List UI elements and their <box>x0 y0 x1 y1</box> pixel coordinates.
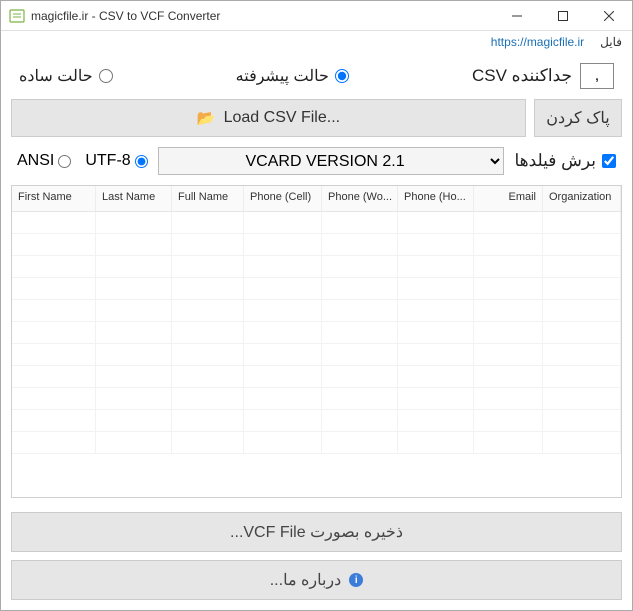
table-row <box>12 366 621 388</box>
table-body <box>12 212 621 497</box>
vcard-version-select[interactable]: VCARD VERSION 2.1 <box>158 147 505 175</box>
encoding-group: ANSI UTF-8 <box>17 152 148 170</box>
options-row: برش فیلدها VCARD VERSION 2.1 ANSI UTF-8 <box>11 145 622 177</box>
mode-advanced-label: حالت پیشرفته <box>236 66 329 86</box>
col-organization[interactable]: Organization <box>543 186 621 211</box>
about-button[interactable]: ...درباره ما i <box>11 560 622 600</box>
save-vcf-label: ...VCF File ذخیره بصورت <box>230 522 403 542</box>
folder-open-icon: 📂 <box>197 109 216 127</box>
col-first-name[interactable]: First Name <box>12 186 96 211</box>
trim-fields-input[interactable] <box>602 154 616 168</box>
info-icon: i <box>349 573 363 587</box>
encoding-ansi-radio[interactable]: ANSI <box>17 152 71 170</box>
separator-input[interactable] <box>580 63 614 89</box>
maximize-button[interactable] <box>540 1 586 30</box>
window-controls <box>494 1 632 30</box>
mode-advanced-input[interactable] <box>335 69 349 83</box>
col-phone-cell[interactable]: Phone (Cell) <box>244 186 322 211</box>
table-row <box>12 344 621 366</box>
window-title: magicfile.ir - CSV to VCF Converter <box>31 9 494 23</box>
clear-button[interactable]: پاک کردن <box>534 99 622 137</box>
minimize-button[interactable] <box>494 1 540 30</box>
menubar: https://magicfile.ir فایل <box>1 31 632 53</box>
table-row <box>12 410 621 432</box>
data-table: First Name Last Name Full Name Phone (Ce… <box>11 185 622 498</box>
file-menu[interactable]: فایل <box>600 35 622 49</box>
encoding-ansi-label: ANSI <box>17 152 54 170</box>
col-email[interactable]: Email <box>474 186 543 211</box>
mode-simple-radio[interactable]: حالت ساده <box>19 66 113 86</box>
table-header: First Name Last Name Full Name Phone (Ce… <box>12 186 621 212</box>
save-vcf-button[interactable]: ...VCF File ذخیره بصورت <box>11 512 622 552</box>
encoding-utf8-label: UTF-8 <box>85 152 130 170</box>
trim-fields-label: برش فیلدها <box>514 151 596 171</box>
table-row <box>12 300 621 322</box>
mode-advanced-radio[interactable]: حالت پیشرفته <box>236 66 349 86</box>
encoding-ansi-input[interactable] <box>58 155 71 168</box>
action-row: پاک کردن ...Load CSV File 📂 <box>11 99 622 137</box>
website-link[interactable]: https://magicfile.ir <box>491 35 584 49</box>
table-row <box>12 322 621 344</box>
separator-group: جداکننده CSV <box>472 63 614 89</box>
table-row <box>12 212 621 234</box>
table-row <box>12 278 621 300</box>
table-row <box>12 256 621 278</box>
bottom-buttons: ...VCF File ذخیره بصورت ...درباره ما i <box>11 512 622 600</box>
close-button[interactable] <box>586 1 632 30</box>
titlebar: magicfile.ir - CSV to VCF Converter <box>1 1 632 31</box>
encoding-utf8-radio[interactable]: UTF-8 <box>85 152 147 170</box>
settings-row: جداکننده CSV حالت پیشرفته حالت ساده <box>11 61 622 91</box>
col-phone-home[interactable]: Phone (Ho... <box>398 186 474 211</box>
content-area: جداکننده CSV حالت پیشرفته حالت ساده پاک … <box>1 53 632 610</box>
table-row <box>12 432 621 454</box>
separator-label: جداکننده CSV <box>472 66 572 86</box>
trim-fields-checkbox[interactable]: برش فیلدها <box>514 151 616 171</box>
table-row <box>12 388 621 410</box>
load-csv-button[interactable]: ...Load CSV File 📂 <box>11 99 526 137</box>
col-full-name[interactable]: Full Name <box>172 186 244 211</box>
app-icon <box>9 8 25 24</box>
col-last-name[interactable]: Last Name <box>96 186 172 211</box>
app-window: magicfile.ir - CSV to VCF Converter http… <box>0 0 633 611</box>
load-csv-label: ...Load CSV File <box>224 109 341 127</box>
table-row <box>12 234 621 256</box>
about-label: ...درباره ما <box>270 570 342 590</box>
mode-simple-input[interactable] <box>99 69 113 83</box>
col-phone-work[interactable]: Phone (Wo... <box>322 186 398 211</box>
clear-button-label: پاک کردن <box>546 108 609 128</box>
mode-simple-label: حالت ساده <box>19 66 93 86</box>
encoding-utf8-input[interactable] <box>135 155 148 168</box>
